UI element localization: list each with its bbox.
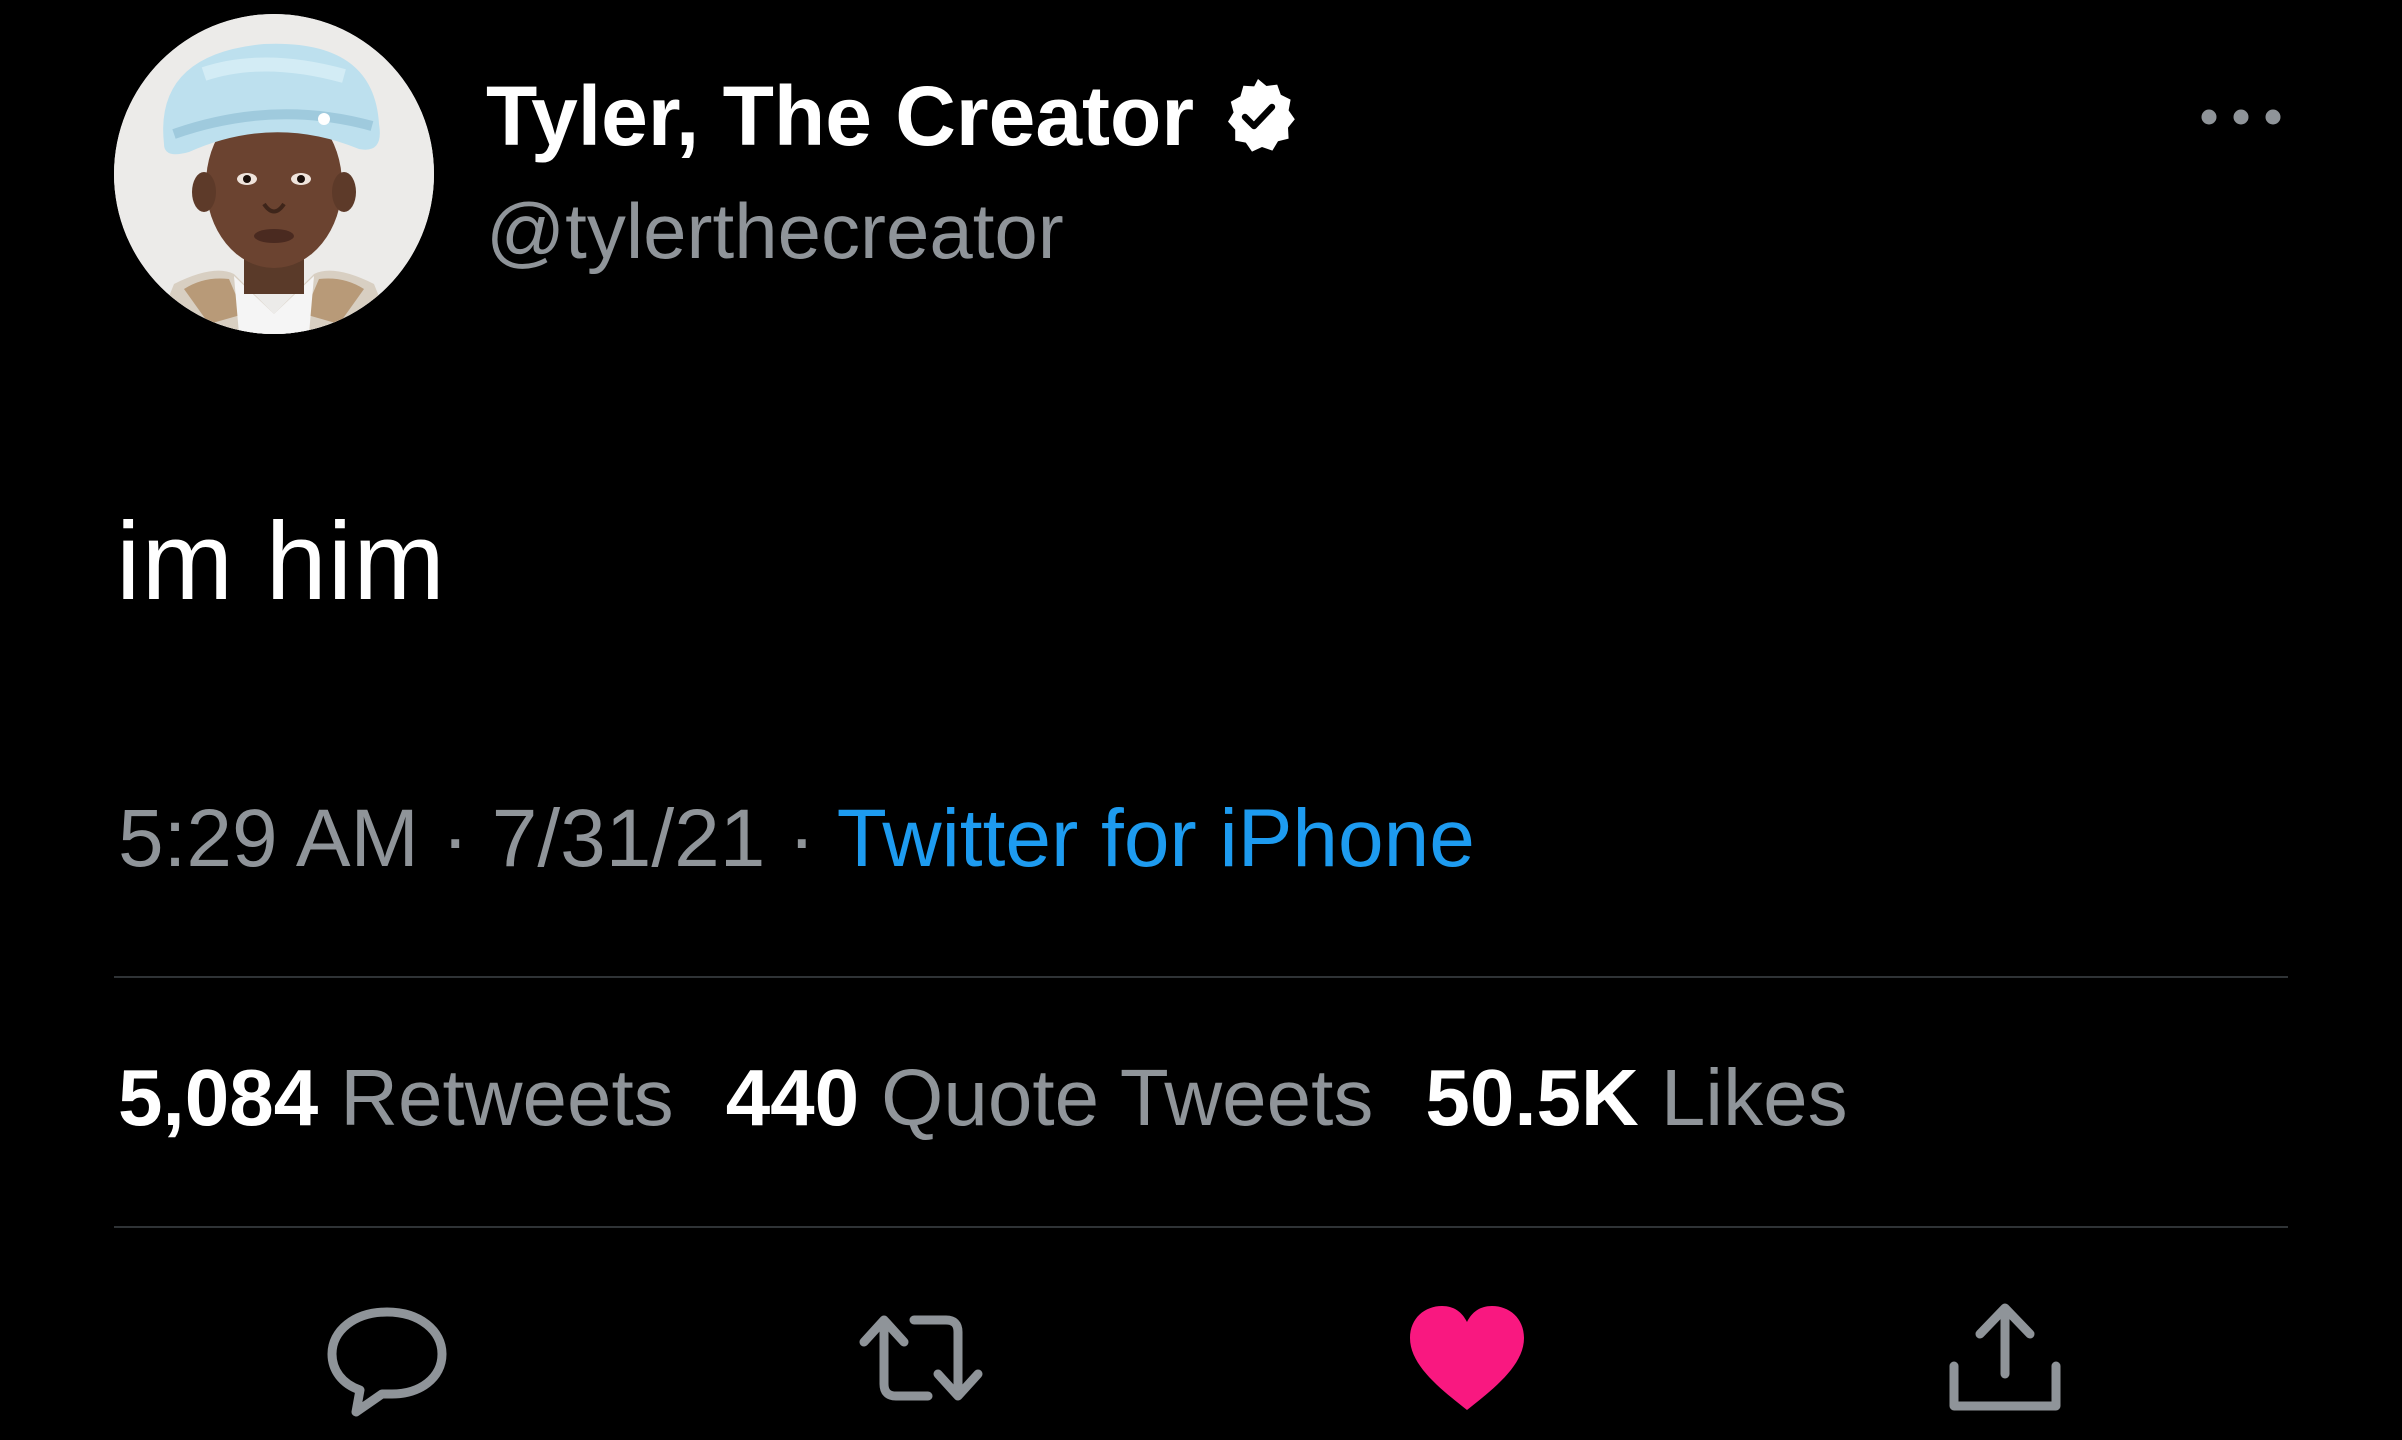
divider xyxy=(114,976,2288,978)
tweet-time[interactable]: 5:29 AM xyxy=(118,793,419,884)
heart-icon xyxy=(1410,1306,1524,1410)
retweets-count: 5,084 xyxy=(118,1053,319,1142)
retweets-stat[interactable]: 5,084 Retweets xyxy=(118,1052,674,1144)
meta-separator: · xyxy=(441,793,469,884)
retweet-icon xyxy=(859,1315,983,1401)
share-button[interactable] xyxy=(1940,1298,2070,1418)
like-button[interactable] xyxy=(1402,1298,1532,1418)
tweet-header: Tyler, The Creator @tylerthecreator xyxy=(114,14,2284,334)
display-name[interactable]: Tyler, The Creator xyxy=(486,68,1194,165)
name-row: Tyler, The Creator xyxy=(486,66,1298,166)
more-options-icon[interactable] xyxy=(2198,104,2284,130)
tweet-stats: 5,084 Retweets 440 Quote Tweets 50.5K Li… xyxy=(118,1052,1900,1144)
quote-tweets-label: Quote Tweets xyxy=(881,1053,1374,1142)
tweet-text: im him xyxy=(116,500,446,623)
likes-stat[interactable]: 50.5K Likes xyxy=(1425,1052,1847,1144)
share-icon xyxy=(1949,1303,2061,1411)
quote-tweets-count: 440 xyxy=(725,1053,860,1142)
tweet-date[interactable]: 7/31/21 xyxy=(492,793,766,884)
reply-icon xyxy=(327,1307,447,1417)
avatar[interactable] xyxy=(114,14,434,334)
tweet-meta: 5:29 AM · 7/31/21 · Twitter for iPhone xyxy=(118,792,1475,886)
reply-button[interactable] xyxy=(322,1298,452,1418)
verified-badge-icon xyxy=(1228,79,1295,152)
likes-count: 50.5K xyxy=(1425,1053,1639,1142)
user-handle[interactable]: @tylerthecreator xyxy=(486,186,1064,277)
retweet-button[interactable] xyxy=(856,1298,986,1418)
likes-label: Likes xyxy=(1660,1053,1848,1142)
tweet-source-link[interactable]: Twitter for iPhone xyxy=(837,793,1475,884)
meta-separator: · xyxy=(788,793,816,884)
retweets-label: Retweets xyxy=(340,1053,674,1142)
avatar-image xyxy=(114,14,434,334)
divider xyxy=(114,1226,2288,1228)
quote-tweets-stat[interactable]: 440 Quote Tweets xyxy=(726,1052,1374,1144)
